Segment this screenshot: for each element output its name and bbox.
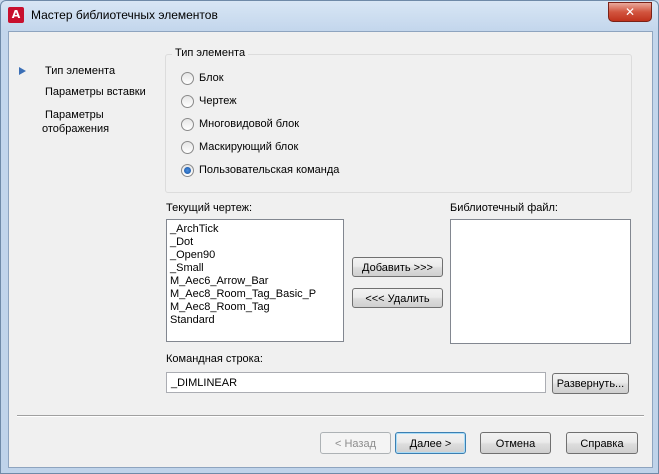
current-drawing-listbox[interactable]: _ArchTick _Dot _Open90 _Small M_Aec6_Arr…	[166, 219, 344, 342]
dialog-client-area: Тип элемента Параметры вставки Параметры…	[8, 31, 653, 468]
cancel-button[interactable]: Отмена	[480, 432, 551, 454]
radio-custom-command-label: Пользовательская команда	[199, 164, 340, 176]
radio-custom-command[interactable]: Пользовательская команда	[181, 162, 339, 178]
nav-step-display-params-line1: Параметры	[45, 109, 104, 121]
radio-multiview-block-label: Многовидовой блок	[199, 118, 300, 130]
library-file-listbox[interactable]	[450, 219, 631, 344]
next-button[interactable]: Далее >	[395, 432, 466, 454]
radio-masking-block[interactable]: Маскирующий блок	[181, 139, 298, 155]
radio-multiview-block[interactable]: Многовидовой блок	[181, 116, 299, 132]
list-item[interactable]: M_Aec8_Room_Tag_Basic_P	[167, 288, 343, 301]
list-item[interactable]: Standard	[167, 314, 343, 327]
command-line-label: Командная строка:	[166, 353, 263, 365]
library-file-label: Библиотечный файл:	[450, 202, 558, 214]
radio-button[interactable]	[181, 94, 194, 108]
close-icon: ✕	[624, 5, 636, 19]
title-bar[interactable]: A Мастер библиотечных элементов ✕	[1, 1, 658, 30]
list-item[interactable]: _ArchTick	[167, 223, 343, 236]
list-item[interactable]: M_Aec6_Arrow_Bar	[167, 275, 343, 288]
element-type-group-title: Тип элемента	[172, 47, 249, 59]
close-button[interactable]: ✕	[608, 2, 652, 22]
radio-button[interactable]	[181, 140, 194, 154]
remove-button[interactable]: <<< Удалить	[352, 288, 443, 308]
radio-button[interactable]	[181, 117, 194, 131]
radio-masking-block-label: Маскирующий блок	[199, 141, 299, 153]
help-button[interactable]: Справка	[566, 432, 638, 454]
expand-button[interactable]: Развернуть...	[552, 373, 629, 394]
list-item[interactable]: _Dot	[167, 236, 343, 249]
radio-block[interactable]: Блок	[181, 70, 224, 86]
dialog-window: A Мастер библиотечных элементов ✕ Тип эл…	[0, 0, 659, 474]
nav-step-insert-params[interactable]: Параметры вставки	[45, 85, 146, 99]
list-item[interactable]: _Open90	[167, 249, 343, 262]
footer-separator	[17, 415, 644, 417]
window-title: Мастер библиотечных элементов	[31, 8, 218, 22]
nav-step-display-params[interactable]: Параметры отображения	[42, 108, 145, 136]
nav-step-element-type[interactable]: Тип элемента	[45, 64, 115, 78]
list-item[interactable]: M_Aec8_Room_Tag	[167, 301, 343, 314]
radio-drawing[interactable]: Чертеж	[181, 93, 237, 109]
radio-button[interactable]	[181, 71, 194, 85]
current-drawing-label: Текущий чертеж:	[166, 202, 253, 214]
autocad-app-icon: A	[8, 7, 24, 23]
command-line-input[interactable]: _DIMLINEAR	[166, 372, 546, 393]
add-button[interactable]: Добавить >>>	[352, 257, 443, 277]
active-step-arrow-icon	[19, 67, 26, 75]
list-item[interactable]: _Small	[167, 262, 343, 275]
radio-block-label: Блок	[199, 72, 224, 84]
radio-drawing-label: Чертеж	[199, 95, 237, 107]
nav-step-display-params-line2: отображения	[42, 123, 110, 135]
radio-button-selected[interactable]	[181, 163, 194, 177]
back-button[interactable]: < Назад	[320, 432, 391, 454]
